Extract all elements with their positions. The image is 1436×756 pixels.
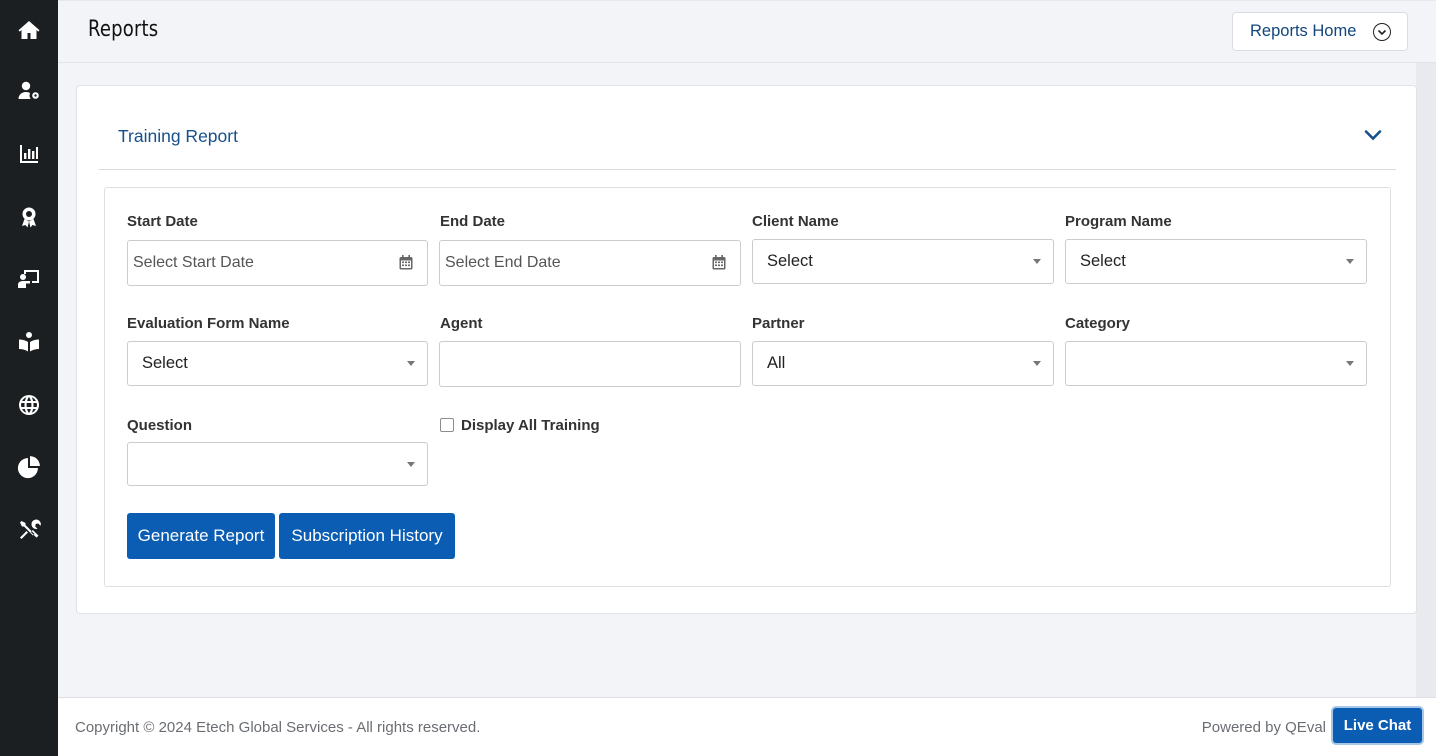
evaluation-form-name-label: Evaluation Form Name xyxy=(127,315,290,332)
card-header: Training Report xyxy=(99,86,1396,170)
pie-chart-icon xyxy=(17,456,40,479)
category-select[interactable] xyxy=(1065,341,1367,386)
calendar-icon[interactable] xyxy=(712,255,726,270)
card-title: Training Report xyxy=(118,126,238,146)
live-chat-button[interactable]: Live Chat xyxy=(1333,708,1422,743)
program-name-select[interactable]: Select xyxy=(1065,239,1367,284)
globe-icon xyxy=(19,395,39,415)
presentation-icon xyxy=(18,270,39,288)
sidebar xyxy=(0,0,58,756)
tools-icon xyxy=(20,519,41,539)
partner-select[interactable]: All xyxy=(752,341,1054,386)
agent-field[interactable] xyxy=(439,341,741,387)
client-name-label: Client Name xyxy=(752,213,839,230)
client-name-select[interactable]: Select xyxy=(752,239,1054,284)
book-reader-icon xyxy=(19,332,39,352)
sidebar-item-global[interactable] xyxy=(0,385,58,425)
reports-home-dropdown[interactable]: Reports Home xyxy=(1232,12,1408,51)
copyright-text: Copyright © 2024 Etech Global Services -… xyxy=(75,719,481,736)
footer: Copyright © 2024 Etech Global Services -… xyxy=(58,697,1436,756)
caret-down-icon xyxy=(1346,259,1354,264)
caret-down-icon xyxy=(1033,259,1041,264)
display-all-training-label[interactable]: Display All Training xyxy=(461,417,600,434)
partner-value: All xyxy=(767,354,786,372)
powered-by-text: Powered by QEval xyxy=(1201,719,1326,736)
sidebar-item-reports[interactable] xyxy=(0,134,58,174)
sidebar-item-analytics[interactable] xyxy=(0,447,58,487)
sidebar-item-home[interactable] xyxy=(0,10,58,50)
chevron-down-icon xyxy=(1373,23,1391,41)
evaluation-form-name-value: Select xyxy=(142,354,188,372)
caret-down-icon xyxy=(407,361,415,366)
user-settings-icon xyxy=(18,81,39,99)
collapse-chevron-icon[interactable] xyxy=(1364,128,1382,142)
caret-down-icon xyxy=(407,462,415,467)
program-name-value: Select xyxy=(1080,252,1126,270)
start-date-input[interactable] xyxy=(128,241,427,285)
sidebar-item-tools[interactable] xyxy=(0,510,58,550)
home-icon xyxy=(18,21,40,39)
agent-label: Agent xyxy=(440,315,483,332)
category-label: Category xyxy=(1065,315,1131,332)
scrollbar-track[interactable] xyxy=(1416,63,1436,697)
partner-label: Partner xyxy=(752,315,805,332)
question-select[interactable] xyxy=(127,442,428,486)
reports-home-label: Reports Home xyxy=(1250,22,1357,40)
sidebar-item-awards[interactable] xyxy=(0,197,58,237)
caret-down-icon xyxy=(1346,361,1354,366)
caret-down-icon xyxy=(1033,361,1041,366)
page-header: Reports Reports Home xyxy=(58,0,1436,63)
end-date-input[interactable] xyxy=(440,241,740,285)
evaluation-form-name-select[interactable]: Select xyxy=(127,341,428,386)
sidebar-item-training[interactable] xyxy=(0,259,58,299)
end-date-field[interactable] xyxy=(439,240,741,286)
question-label: Question xyxy=(127,417,193,434)
start-date-label: Start Date xyxy=(127,213,198,230)
award-icon xyxy=(22,207,36,228)
sidebar-item-learning[interactable] xyxy=(0,322,58,362)
generate-report-button[interactable]: Generate Report xyxy=(127,513,275,559)
page-title: Reports xyxy=(88,17,159,42)
subscription-history-button[interactable]: Subscription History xyxy=(279,513,455,559)
sidebar-item-user-settings[interactable] xyxy=(0,71,58,111)
agent-input[interactable] xyxy=(440,342,740,386)
display-all-training-checkbox[interactable] xyxy=(440,418,454,432)
bar-chart-icon xyxy=(20,145,38,163)
end-date-label: End Date xyxy=(440,213,506,230)
program-name-label: Program Name xyxy=(1065,213,1172,230)
client-name-value: Select xyxy=(767,252,813,270)
start-date-field[interactable] xyxy=(127,240,428,286)
calendar-icon[interactable] xyxy=(399,255,413,270)
